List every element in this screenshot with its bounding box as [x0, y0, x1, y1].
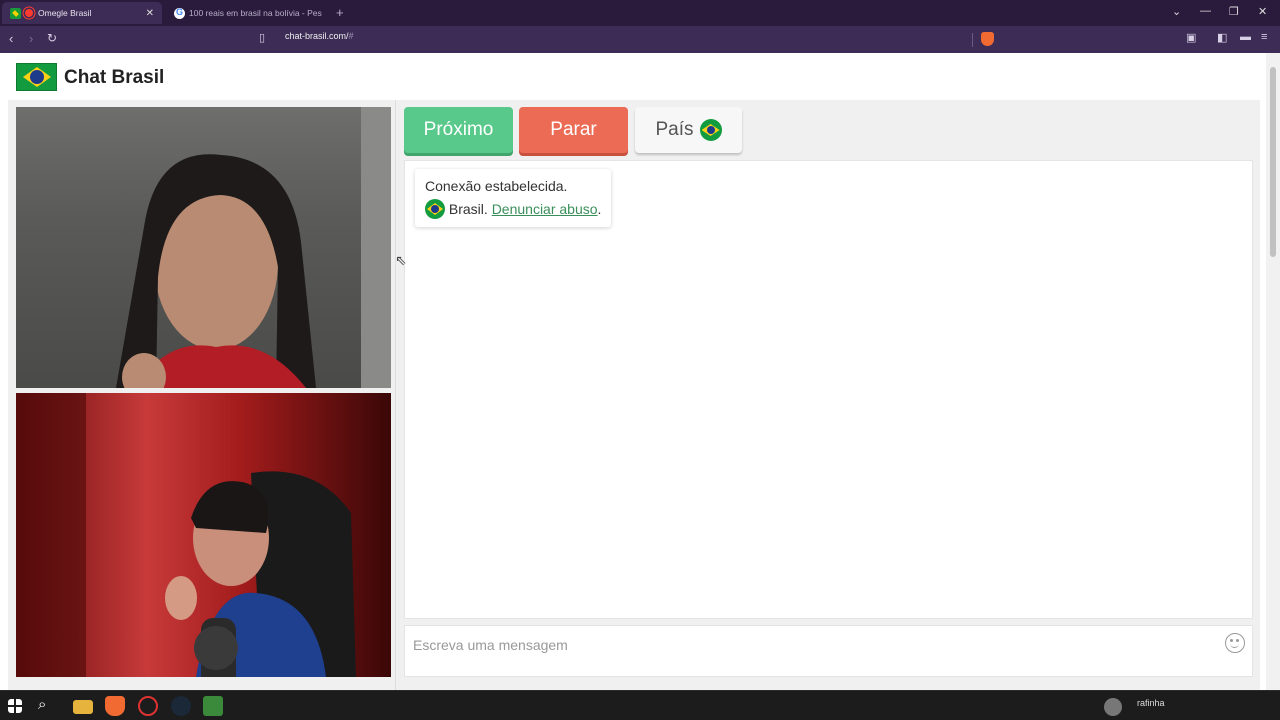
chat-log[interactable]: Conexão estabelecida. Brasil. Denunciar … [404, 160, 1253, 619]
app-icon[interactable] [138, 696, 158, 716]
stop-button[interactable]: Parar [519, 107, 628, 153]
browser-toolbar: ‹ › ↻ ▯ chat-brasil.com/# ▣ ◧ ▬ ≡ [0, 26, 1280, 53]
brazil-flag-icon [699, 119, 722, 141]
new-tab-icon[interactable]: + [336, 5, 344, 20]
panel-divider[interactable] [395, 100, 396, 690]
next-button-label: Próximo [423, 119, 494, 140]
stop-button-label: Parar [550, 119, 597, 140]
tab-title: 100 reais em brasil na bolívia - Pesq [189, 8, 322, 18]
page-content: Chat Brasil Próximo Parar País Conexão e… [0, 53, 1266, 690]
maximize-icon[interactable]: ❐ [1229, 5, 1239, 18]
stranger-video-frame [116, 107, 391, 388]
system-message: Conexão estabelecida. Brasil. Denunciar … [415, 169, 612, 227]
brazil-flag-icon [10, 7, 21, 19]
app-icon-green[interactable] [203, 696, 223, 716]
next-button[interactable]: Próximo [404, 107, 513, 153]
brave-browser-icon[interactable] [105, 696, 125, 716]
url-fragment: # [348, 31, 354, 41]
avatar [1104, 698, 1122, 716]
mouse-cursor-icon: ⇖ [395, 252, 407, 268]
steam-icon[interactable] [171, 696, 191, 716]
search-icon[interactable]: ⌕ [38, 696, 58, 716]
country-line: Brasil. Denunciar abuso. [425, 198, 601, 221]
close-window-icon[interactable]: ✕ [1258, 5, 1267, 18]
brave-shield-icon[interactable] [981, 32, 994, 46]
message-composer [404, 625, 1253, 677]
brazil-flag-icon [425, 199, 445, 219]
wallet-icon[interactable]: ▣ [1186, 31, 1196, 44]
windows-taskbar: ⌕ rafinha [0, 690, 1280, 720]
message-input[interactable] [413, 632, 1203, 658]
tab-google-search[interactable]: 100 reais em brasil na bolívia - Pesq [166, 2, 330, 24]
chat-area: Próximo Parar País Conexão estabelecida.… [8, 100, 1260, 690]
site-header: Chat Brasil [0, 53, 1266, 100]
self-video [16, 393, 391, 677]
reload-icon[interactable]: ↻ [47, 31, 57, 45]
recording-icon [25, 9, 33, 17]
windows-start-icon[interactable] [8, 699, 22, 713]
emoji-icon[interactable] [1225, 633, 1245, 653]
google-icon [174, 7, 185, 19]
country-name: Brasil. [448, 201, 488, 217]
country-button[interactable]: País [635, 107, 742, 153]
tab-search-icon[interactable]: ⌄ [1172, 5, 1181, 18]
sidebar-icon[interactable]: ◧ [1217, 31, 1227, 44]
file-explorer-icon[interactable] [73, 700, 93, 714]
self-video-frame [16, 393, 356, 677]
site-title: Chat Brasil [64, 67, 165, 88]
connection-status: Conexão estabelecida. [425, 178, 568, 194]
browser-tab-bar: Omegle Brasil ✕ 100 reais em brasil na b… [0, 0, 1280, 26]
brazil-flag-logo-icon [16, 63, 57, 91]
taskbar-username: rafinha [1137, 698, 1165, 708]
bookmark-icon[interactable]: ▯ [259, 31, 265, 44]
tab-omegle-brasil[interactable]: Omegle Brasil ✕ [2, 2, 162, 24]
report-suffix: . [597, 201, 602, 217]
close-tab-icon[interactable]: ✕ [146, 8, 154, 19]
report-abuse-link[interactable]: Denunciar abuso [492, 201, 598, 217]
address-bar[interactable]: chat-brasil.com/# [285, 31, 354, 41]
stranger-video [16, 107, 391, 388]
forward-icon[interactable]: › [29, 31, 33, 46]
page-scrollbar[interactable] [1266, 53, 1280, 690]
country-button-label: País [655, 119, 694, 140]
extensions-icon[interactable]: ▬ [1240, 31, 1251, 43]
back-icon[interactable]: ‹ [9, 31, 13, 46]
url-text: chat-brasil.com/ [285, 31, 349, 41]
menu-icon[interactable]: ≡ [1261, 31, 1267, 43]
minimize-icon[interactable]: — [1200, 5, 1211, 17]
tab-title: Omegle Brasil [38, 8, 92, 18]
scrollbar-thumb[interactable] [1270, 67, 1276, 257]
address-divider [972, 33, 973, 47]
